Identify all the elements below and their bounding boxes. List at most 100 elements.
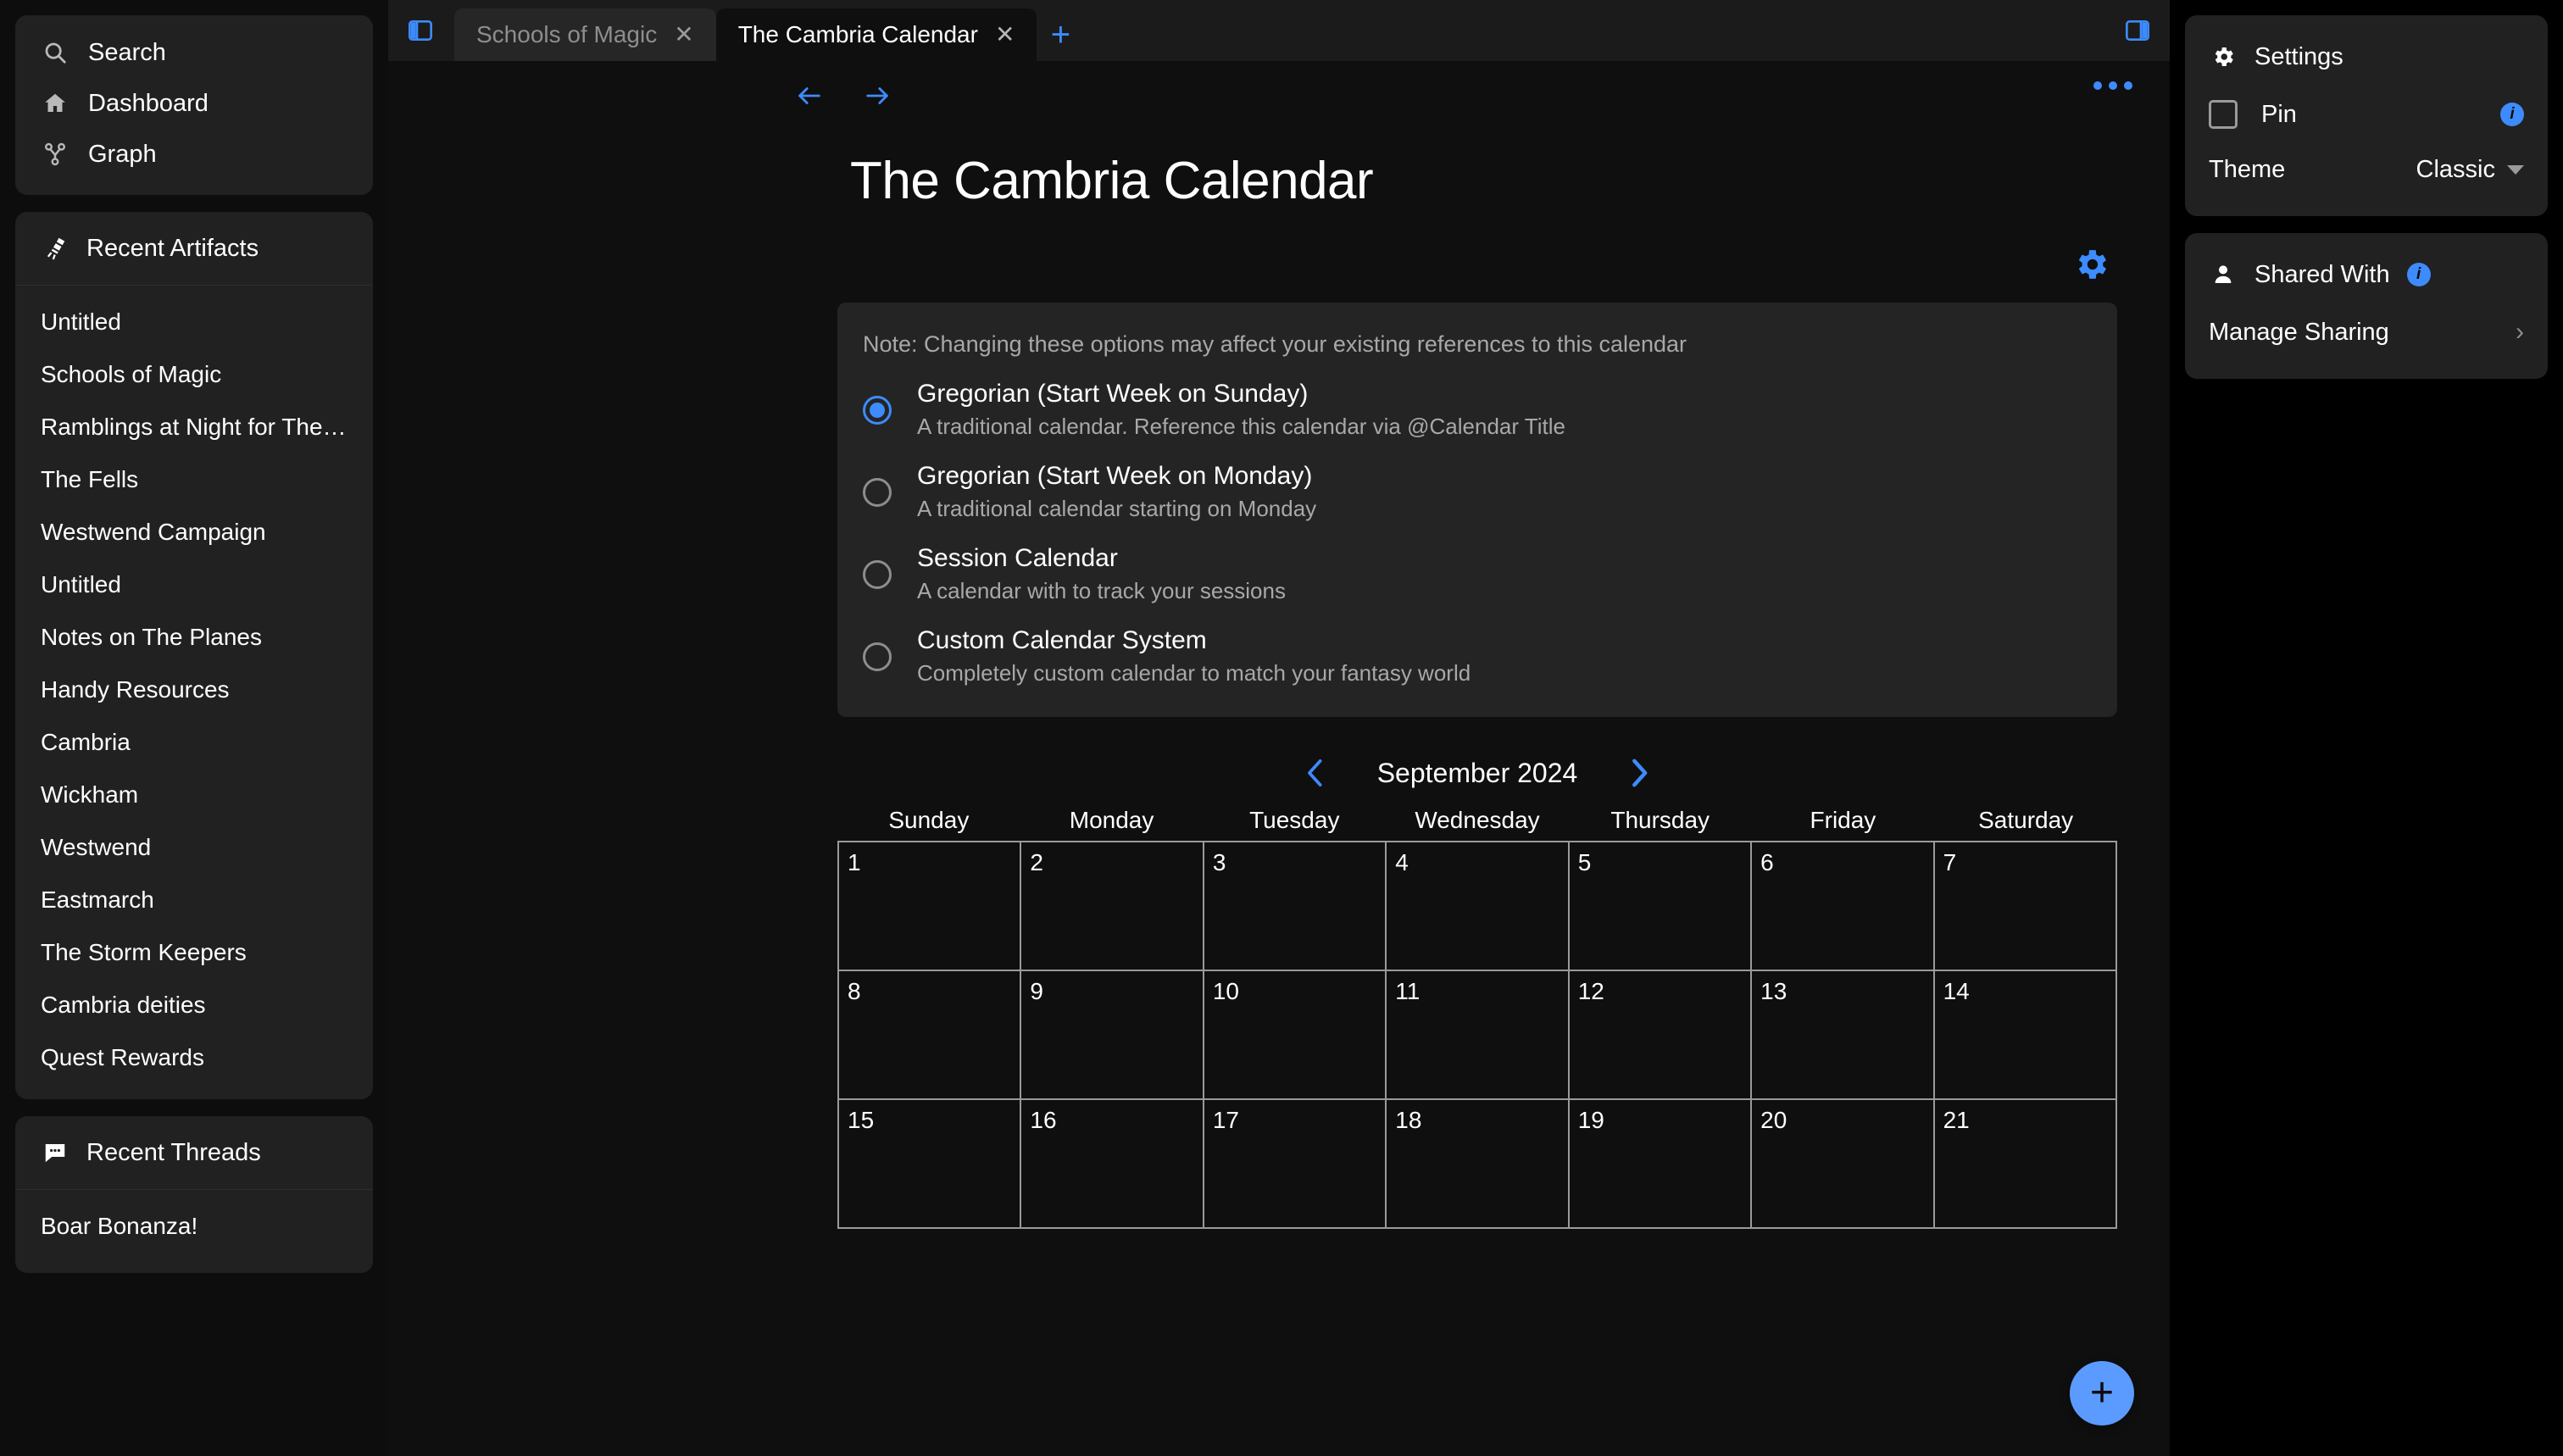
left-panel-toggle-icon[interactable] [402, 12, 439, 49]
sidebar-item-label: Dashboard [88, 89, 208, 117]
weekday-label: Tuesday [1249, 807, 1340, 833]
calendar-day-cell[interactable]: 13 [1752, 971, 1935, 1100]
list-item[interactable]: Ramblings at Night for The … [15, 401, 373, 453]
calendar-day-cell[interactable]: 4 [1387, 842, 1570, 971]
list-item[interactable]: Westwend Campaign [15, 506, 373, 559]
list-item[interactable]: Untitled [15, 559, 373, 611]
weekday-label: Monday [1069, 807, 1154, 833]
sidebar-item-search[interactable]: Search [15, 27, 373, 78]
calendar-grid: 1 2 3 4 5 6 7 8 9 10 11 12 13 14 15 16 1 [837, 841, 2117, 1229]
theme-label: Theme [2209, 156, 2286, 183]
calendar-day-cell[interactable]: 7 [1934, 842, 2117, 971]
calendar-day-cell[interactable]: 1 [839, 842, 1022, 971]
close-icon[interactable]: ✕ [995, 23, 1015, 47]
option-gregorian-sunday[interactable]: Gregorian (Start Week on Sunday) A tradi… [837, 358, 2117, 440]
calendar-day-cell[interactable]: 3 [1204, 842, 1387, 971]
manage-sharing-row[interactable]: Manage Sharing › [2185, 304, 2548, 360]
radio-icon[interactable] [863, 395, 892, 425]
calendar-day-cell[interactable]: 6 [1752, 842, 1935, 971]
option-title: Gregorian (Start Week on Sunday) [917, 380, 1309, 408]
theme-row[interactable]: Theme Classic [2185, 142, 2548, 197]
sidebar-item-graph[interactable]: Graph [15, 129, 373, 180]
recent-threads-header: Recent Threads [15, 1116, 373, 1190]
home-icon [41, 89, 69, 118]
radio-icon[interactable] [863, 559, 892, 589]
radio-icon[interactable] [863, 477, 892, 507]
option-description: A calendar with to track your sessions [917, 578, 1286, 603]
calendar-day-cell[interactable]: 12 [1569, 971, 1753, 1100]
calendar-day-cell[interactable]: 5 [1569, 842, 1753, 971]
option-text: Custom Calendar System Completely custom… [917, 626, 1471, 686]
option-description: A traditional calendar starting on Monda… [917, 496, 1317, 521]
list-item[interactable]: Schools of Magic [15, 348, 373, 401]
chevron-down-icon[interactable] [2507, 165, 2524, 175]
calendar-day-cell[interactable]: 14 [1934, 971, 2117, 1100]
page-title: The Cambria Calendar [850, 152, 1374, 210]
recent-threads-list: Boar Bonanza! [15, 1190, 373, 1273]
settings-header: Settings [2185, 27, 2548, 86]
pin-row[interactable]: Pin i [2185, 86, 2548, 142]
tab-schools-of-magic[interactable]: Schools of Magic ✕ [454, 8, 716, 61]
new-tab-button[interactable]: + [1037, 8, 1084, 61]
right-panel-toggle-icon[interactable] [2119, 12, 2156, 49]
options-note: Note: Changing these options may affect … [863, 331, 1687, 357]
list-item[interactable]: Untitled [15, 296, 373, 348]
telescope-icon [41, 234, 69, 263]
list-item[interactable]: Notes on The Planes [15, 611, 373, 664]
shared-with-header: Shared With i [2185, 245, 2548, 304]
add-button[interactable]: + [2070, 1361, 2134, 1425]
calendar-day-cell[interactable]: 15 [839, 1100, 1022, 1229]
calendar-day-cell[interactable]: 10 [1204, 971, 1387, 1100]
calendar-day-cell[interactable]: 17 [1204, 1100, 1387, 1229]
list-item[interactable]: Westwend [15, 821, 373, 874]
weekday-label: Friday [1810, 807, 1876, 833]
section-title: Recent Threads [86, 1138, 261, 1166]
chevron-right-icon[interactable] [1625, 754, 1654, 792]
calendar-day-cell[interactable]: 18 [1387, 1100, 1570, 1229]
sidebar: Search Dashboard Graph Recent Artifacts … [0, 0, 388, 1456]
settings-gear-icon[interactable] [2071, 245, 2110, 284]
weekday-label: Saturday [1978, 807, 2074, 833]
info-icon[interactable]: i [2500, 103, 2524, 126]
list-item[interactable]: Eastmarch [15, 874, 373, 926]
list-item[interactable]: The Storm Keepers [15, 926, 373, 979]
option-title: Gregorian (Start Week on Monday) [917, 462, 1313, 490]
more-options-icon[interactable] [2093, 81, 2132, 90]
list-item[interactable]: Wickham [15, 769, 373, 821]
list-item[interactable]: The Fells [15, 453, 373, 506]
option-text: Gregorian (Start Week on Monday) A tradi… [917, 462, 1316, 522]
person-icon [2209, 260, 2238, 289]
option-text: Gregorian (Start Week on Sunday) A tradi… [917, 380, 1565, 440]
forward-arrow-icon[interactable] [863, 81, 892, 110]
calendar-day-cell[interactable]: 20 [1752, 1100, 1935, 1229]
option-session-calendar[interactable]: Session Calendar A calendar with to trac… [837, 522, 2117, 604]
pin-checkbox[interactable] [2209, 100, 2238, 129]
list-item[interactable]: Cambria deities [15, 979, 373, 1031]
sidebar-item-dashboard[interactable]: Dashboard [15, 78, 373, 129]
calendar-day-cell[interactable]: 9 [1021, 971, 1204, 1100]
calendar-day-cell[interactable]: 8 [839, 971, 1022, 1100]
list-item[interactable]: Quest Rewards [15, 1031, 373, 1084]
back-arrow-icon[interactable] [795, 81, 824, 110]
info-icon[interactable]: i [2406, 263, 2431, 286]
shared-with-title: Shared With [2254, 260, 2390, 288]
list-item[interactable]: Handy Resources [15, 664, 373, 716]
close-icon[interactable]: ✕ [674, 23, 693, 47]
calendar-day-cell[interactable]: 11 [1387, 971, 1570, 1100]
list-item[interactable]: Boar Bonanza! [15, 1200, 373, 1253]
tab-the-cambria-calendar[interactable]: The Cambria Calendar ✕ [715, 8, 1037, 61]
calendar-day-cell[interactable]: 2 [1021, 842, 1204, 971]
radio-icon[interactable] [863, 642, 892, 671]
option-custom-calendar-system[interactable]: Custom Calendar System Completely custom… [837, 604, 2117, 686]
calendar-day-cell[interactable]: 19 [1569, 1100, 1753, 1229]
chat-icon [41, 1138, 69, 1167]
calendar-day-cell[interactable]: 21 [1934, 1100, 2117, 1229]
section-title: Recent Artifacts [86, 234, 259, 262]
right-panel: Settings Pin i Theme Classic Shared With [2170, 0, 2563, 1456]
chevron-left-icon[interactable] [1301, 754, 1330, 792]
search-icon [41, 38, 69, 67]
chevron-right-icon[interactable]: › [2516, 318, 2524, 347]
calendar-day-cell[interactable]: 16 [1021, 1100, 1204, 1229]
option-gregorian-monday[interactable]: Gregorian (Start Week on Monday) A tradi… [837, 440, 2117, 522]
list-item[interactable]: Cambria [15, 716, 373, 769]
